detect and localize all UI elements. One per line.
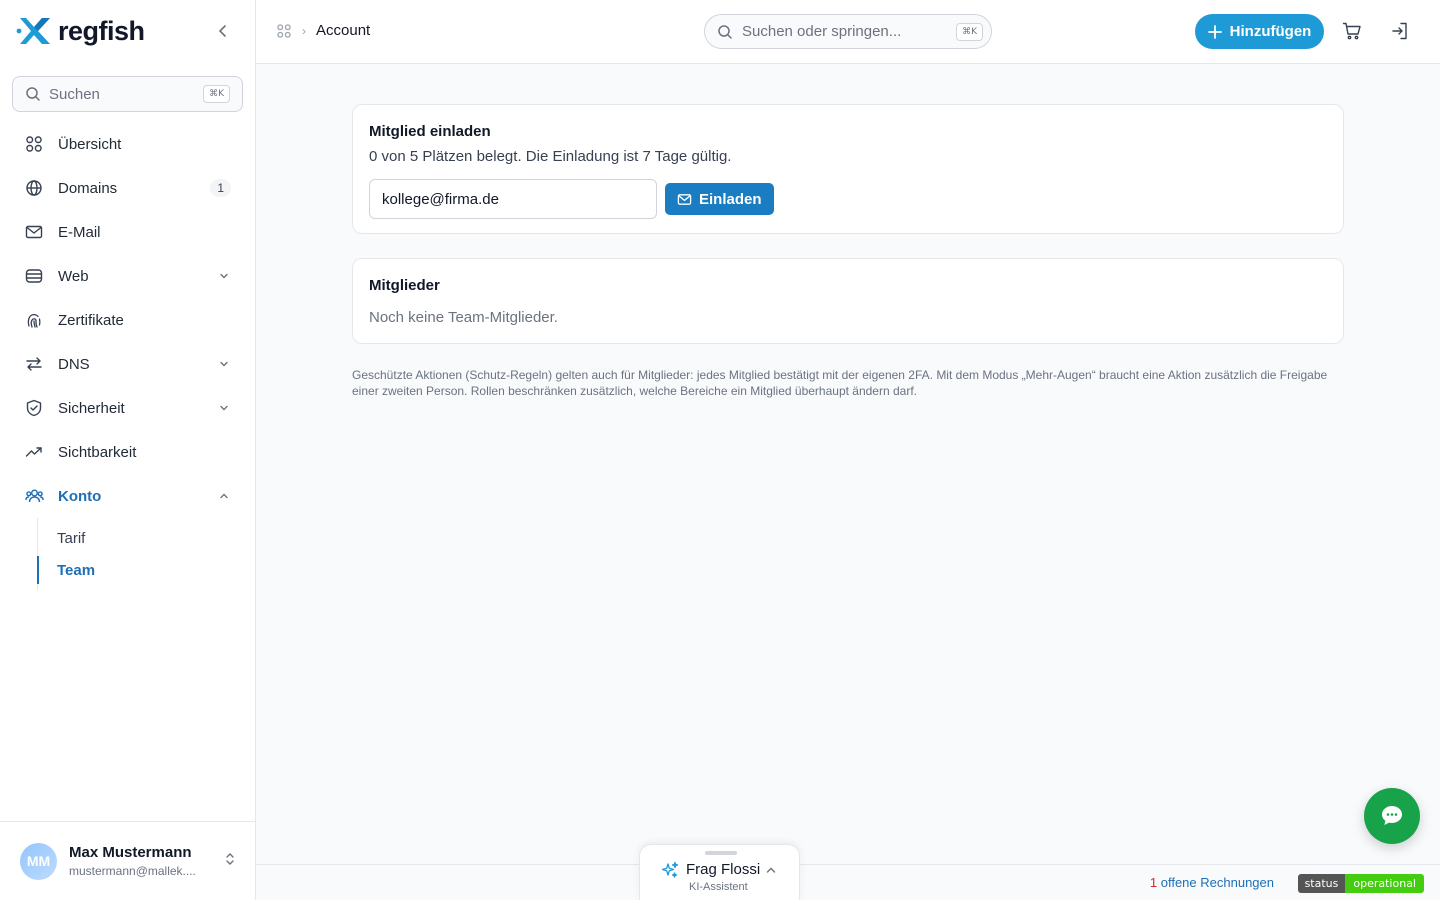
open-invoices-link[interactable]: 1 offene Rechnungen	[1150, 875, 1274, 890]
chevron-down-icon	[217, 357, 231, 371]
grid-icon	[24, 134, 44, 154]
globe-icon	[24, 178, 44, 198]
assistant-title: Frag Flossi	[686, 861, 761, 878]
collapse-sidebar-button[interactable]	[212, 20, 234, 42]
breadcrumb: › Account	[276, 22, 370, 39]
konto-subnav: Tarif Team	[37, 518, 243, 590]
sidebar-item-konto[interactable]: Konto	[12, 474, 243, 518]
sidebar-item-label: DNS	[58, 355, 90, 373]
sidebar-item-zertifikate[interactable]: Zertifikate	[12, 298, 243, 342]
shield-icon	[24, 398, 44, 418]
add-button-label: Hinzufügen	[1229, 23, 1312, 40]
avatar: MM	[20, 842, 57, 880]
assistant-panel-toggle[interactable]: Frag Flossi KI-Assistent	[639, 844, 800, 900]
brand-name: regfish	[58, 15, 145, 46]
sidebar-item-label: Sichtbarkeit	[58, 443, 137, 461]
sidebar-item-label: Konto	[58, 487, 102, 505]
sidebar-item-sichtbarkeit[interactable]: Sichtbarkeit	[12, 430, 243, 474]
sidebar-item-label: Zertifikate	[58, 311, 124, 329]
add-button[interactable]: Hinzufügen	[1195, 14, 1324, 49]
sidebar-item-label: Übersicht	[58, 135, 122, 153]
users-icon	[24, 486, 44, 506]
mail-icon	[677, 193, 692, 205]
brand-logo[interactable]: regfish	[16, 14, 145, 48]
user-email: mustermann@mallek....	[69, 864, 196, 878]
trend-icon	[24, 442, 44, 462]
grid-icon[interactable]	[276, 23, 292, 39]
plus-icon	[1207, 24, 1222, 39]
chevron-left-icon	[218, 25, 226, 37]
user-name: Max Mustermann	[69, 844, 192, 861]
chat-button[interactable]	[1364, 788, 1420, 844]
search-icon	[26, 87, 40, 101]
sidebar-search-placeholder: Suchen	[49, 85, 100, 103]
invite-email-input[interactable]	[369, 179, 657, 219]
status-badge-key: status	[1297, 874, 1346, 893]
sidebar: regfish Suchen ⌘K Übersicht Domains 1 E-…	[0, 0, 256, 900]
regfish-logo-icon	[16, 18, 50, 44]
logout-icon[interactable]	[1389, 20, 1411, 42]
breadcrumb-current: Account	[316, 22, 371, 39]
sidebar-item-label: Domains	[58, 179, 118, 197]
sidebar-item-label: Sicherheit	[58, 399, 125, 417]
chevron-right-icon: ›	[302, 23, 306, 38]
global-search-placeholder: Suchen oder springen...	[742, 23, 902, 40]
chevron-up-icon	[217, 489, 231, 503]
sidebar-item-domains[interactable]: Domains 1	[12, 166, 243, 210]
sidebar-item-email[interactable]: E-Mail	[12, 210, 243, 254]
status-badge[interactable]: status operational	[1297, 874, 1424, 893]
invite-subtitle: 0 von 5 Plätzen belegt. Die Einladung is…	[369, 148, 732, 165]
domains-count-badge: 1	[210, 179, 231, 197]
assistant-subtitle: KI-Assistent	[689, 881, 748, 893]
members-empty-text: Noch keine Team-Mitglieder.	[369, 309, 558, 326]
invite-form: Einladen	[369, 179, 1327, 219]
invite-title: Mitglied einladen	[369, 123, 491, 140]
invite-button[interactable]: Einladen	[665, 183, 774, 215]
search-icon	[718, 24, 732, 39]
sparkles-icon	[661, 861, 679, 878]
cart-icon[interactable]	[1341, 20, 1363, 42]
chevron-updown-icon	[224, 850, 236, 873]
global-search-input[interactable]: Suchen oder springen... ⌘K	[704, 14, 992, 49]
sidebar-item-web[interactable]: Web	[12, 254, 243, 298]
chevron-up-icon	[766, 867, 776, 873]
top-bar: › Account Suchen oder springen... ⌘K Hin…	[256, 0, 1440, 64]
sidebar-search[interactable]: Suchen ⌘K	[12, 76, 243, 112]
user-menu[interactable]: MM Max Mustermann mustermann@mallek....	[0, 821, 256, 900]
members-card: Mitglieder Noch keine Team-Mitglieder.	[352, 258, 1344, 344]
sidebar-item-label: Web	[58, 267, 89, 285]
sidebar-item-sicherheit[interactable]: Sicherheit	[12, 386, 243, 430]
status-badge-value: operational	[1345, 874, 1424, 893]
status-footer: 1 offene Rechnungen status operational	[256, 864, 1440, 900]
sidebar-subitem-team[interactable]: Team	[37, 554, 243, 586]
chat-bubble-icon	[1382, 806, 1402, 825]
sidebar-subitem-tarif[interactable]: Tarif	[38, 522, 243, 554]
sidebar-item-uebersicht[interactable]: Übersicht	[12, 122, 243, 166]
sidebar-item-dns[interactable]: DNS	[12, 342, 243, 386]
mail-icon	[24, 222, 44, 242]
sidebar-nav: Übersicht Domains 1 E-Mail Web Zertifika…	[12, 122, 243, 590]
shortcut-badge: ⌘K	[956, 22, 983, 41]
protection-note: Geschützte Aktionen (Schutz-Regeln) gelt…	[352, 368, 1328, 398]
chevron-down-icon	[217, 269, 231, 283]
members-title: Mitglieder	[369, 277, 440, 294]
invite-button-label: Einladen	[699, 190, 762, 208]
arrows-icon	[24, 354, 44, 374]
invite-card: Mitglied einladen 0 von 5 Plätzen belegt…	[352, 104, 1344, 234]
user-info: Max Mustermann mustermann@mallek....	[69, 844, 212, 878]
invoice-label: offene Rechnungen	[1157, 875, 1274, 890]
fingerprint-icon	[24, 310, 44, 330]
server-icon	[24, 266, 44, 286]
shortcut-badge: ⌘K	[203, 85, 230, 103]
sidebar-item-label: E-Mail	[58, 223, 101, 241]
drag-handle[interactable]	[705, 851, 737, 855]
chevron-down-icon	[217, 401, 231, 415]
